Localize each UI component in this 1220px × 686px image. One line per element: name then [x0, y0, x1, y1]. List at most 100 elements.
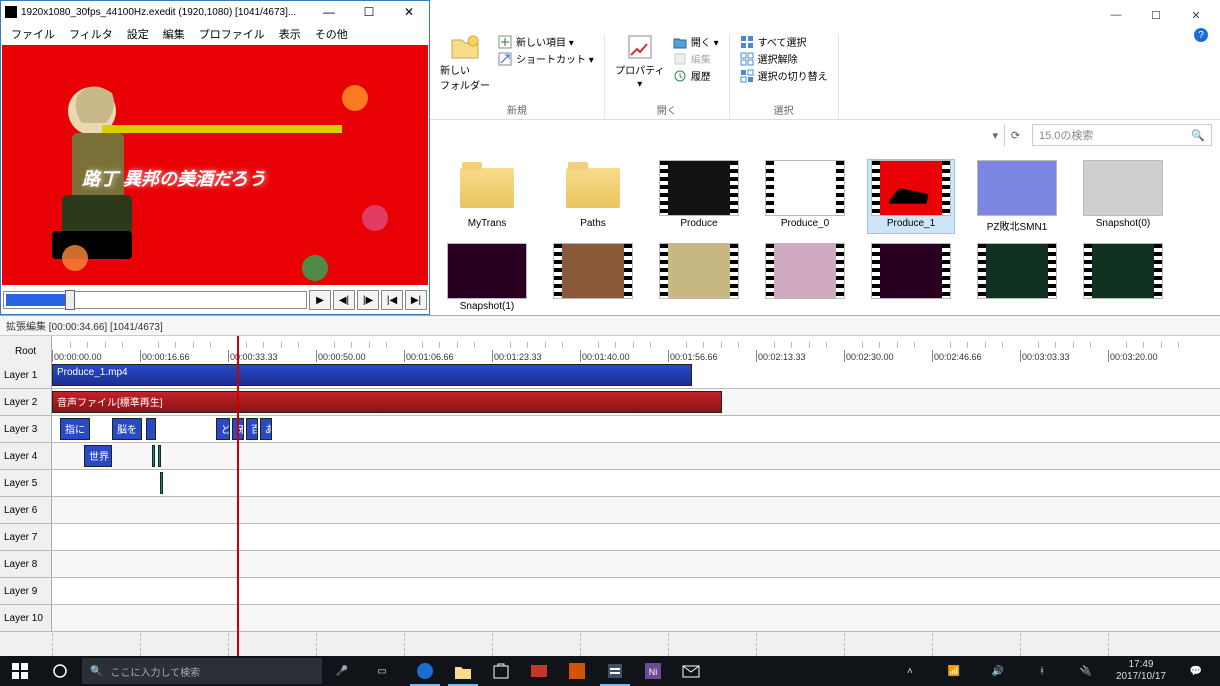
track[interactable]: 世界	[52, 443, 1220, 469]
properties-button[interactable]: プロパティ▾	[615, 34, 665, 90]
layer-label[interactable]: Layer 4	[0, 443, 52, 469]
go-start-button[interactable]: |◀	[381, 290, 403, 310]
file-item[interactable]	[550, 243, 636, 312]
clip[interactable]: 確	[232, 418, 244, 440]
file-item[interactable]	[656, 243, 742, 312]
clip[interactable]	[158, 445, 161, 467]
select-none-button[interactable]: 選択解除	[740, 51, 828, 66]
app-purple[interactable]: Ni	[634, 656, 672, 686]
play-button[interactable]: ▶	[309, 290, 331, 310]
layer-label[interactable]: Layer 5	[0, 470, 52, 496]
explorer-maximize-button[interactable]: ☐	[1136, 4, 1176, 26]
nav-dropdown[interactable]: ▾	[992, 129, 998, 142]
edit-button[interactable]: 編集	[673, 51, 719, 66]
mic-button[interactable]: 🎤	[322, 656, 362, 686]
layer-label[interactable]: Layer 9	[0, 578, 52, 604]
app-edge[interactable]	[406, 656, 444, 686]
app-aviutl[interactable]	[596, 656, 634, 686]
power-icon[interactable]: 🔌	[1066, 656, 1106, 686]
clip[interactable]: 世界	[84, 445, 112, 467]
clip[interactable]: 百	[246, 418, 258, 440]
clip[interactable]: あ	[260, 418, 272, 440]
file-item[interactable]: Paths	[550, 160, 636, 233]
cortana-button[interactable]	[40, 656, 80, 686]
open-button[interactable]: 開く ▾	[673, 34, 719, 49]
track[interactable]	[52, 578, 1220, 604]
menu-item[interactable]: プロファイル	[193, 24, 271, 44]
clip[interactable]: ど	[216, 418, 230, 440]
maximize-button[interactable]: ☐	[349, 1, 389, 23]
app-explorer[interactable]	[444, 656, 482, 686]
tray-up-icon[interactable]: ˄	[890, 656, 930, 686]
file-item[interactable]	[1080, 243, 1166, 312]
track[interactable]	[52, 524, 1220, 550]
file-item[interactable]: Produce_1	[868, 160, 954, 233]
explorer-minimize-button[interactable]: —	[1096, 4, 1136, 26]
file-item[interactable]: Produce	[656, 160, 742, 233]
layer-label[interactable]: Layer 7	[0, 524, 52, 550]
close-button[interactable]: ✕	[389, 1, 429, 23]
clip[interactable]	[146, 418, 156, 440]
layer-label[interactable]: Layer 1	[0, 362, 52, 388]
menu-item[interactable]: 表示	[273, 24, 307, 44]
new-folder-button[interactable]: 新しい フォルダー	[440, 34, 490, 92]
layer-label[interactable]: Layer 3	[0, 416, 52, 442]
network-icon[interactable]: 📶	[934, 656, 974, 686]
clip[interactable]	[152, 445, 155, 467]
clock[interactable]: 17:49 2017/10/17	[1110, 659, 1172, 683]
start-button[interactable]	[0, 656, 40, 686]
preview-area[interactable]: 路丁 異邦の美酒だろう	[2, 45, 428, 285]
track[interactable]: 指に脳をど確百あ	[52, 416, 1220, 442]
file-item[interactable]: MyTrans	[444, 160, 530, 233]
file-item[interactable]: Snapshot(0)	[1080, 160, 1166, 233]
task-view-button[interactable]: ▭	[362, 656, 402, 686]
menu-item[interactable]: ファイル	[5, 24, 61, 44]
clip[interactable]: 指に	[60, 418, 90, 440]
title-bar[interactable]: 1920x1080_30fps_44100Hz.exedit (1920,108…	[1, 1, 429, 23]
clip[interactable]: Produce_1.mp4	[52, 364, 692, 386]
track[interactable]	[52, 551, 1220, 577]
menu-item[interactable]: フィルタ	[63, 24, 119, 44]
menu-item[interactable]: 設定	[121, 24, 155, 44]
file-item[interactable]: Snapshot(1)	[444, 243, 530, 312]
help-icon[interactable]: ?	[1194, 28, 1208, 42]
taskbar-search[interactable]: 🔍 ここに入力して検索	[82, 658, 322, 684]
track[interactable]	[52, 497, 1220, 523]
shortcut-button[interactable]: ショートカット ▾	[498, 51, 594, 66]
layer-label[interactable]: Layer 8	[0, 551, 52, 577]
volume-icon[interactable]: 🔊	[978, 656, 1018, 686]
menu-item[interactable]: 編集	[157, 24, 191, 44]
track[interactable]	[52, 605, 1220, 631]
file-item[interactable]: Produce_0	[762, 160, 848, 233]
layer-label[interactable]: Layer 6	[0, 497, 52, 523]
select-invert-button[interactable]: 選択の切り替え	[740, 68, 828, 83]
next-frame-button[interactable]: |▶	[357, 290, 379, 310]
menu-item[interactable]: その他	[309, 24, 354, 44]
file-item[interactable]	[974, 243, 1060, 312]
refresh-button[interactable]: ⟳	[1004, 124, 1026, 146]
prev-frame-button[interactable]: ◀|	[333, 290, 355, 310]
new-item-button[interactable]: 新しい項目 ▾	[498, 34, 594, 49]
seek-bar[interactable]	[3, 291, 307, 309]
track[interactable]: 音声ファイル[標準再生]	[52, 389, 1220, 415]
minimize-button[interactable]: —	[309, 1, 349, 23]
file-item[interactable]: PZ敗北SMN1	[974, 160, 1060, 233]
clip[interactable]: 音声ファイル[標準再生]	[52, 391, 722, 413]
file-item[interactable]	[868, 243, 954, 312]
track[interactable]: Produce_1.mp4	[52, 362, 1220, 388]
app-mail[interactable]	[672, 656, 710, 686]
layer-label[interactable]: Layer 2	[0, 389, 52, 415]
notifications-button[interactable]: 💬	[1176, 656, 1216, 686]
file-item[interactable]	[762, 243, 848, 312]
app-orange[interactable]	[558, 656, 596, 686]
bluetooth-icon[interactable]: ᚼ	[1022, 656, 1062, 686]
explorer-close-button[interactable]: ✕	[1176, 4, 1216, 26]
app-store[interactable]	[482, 656, 520, 686]
layer-label[interactable]: Layer 10	[0, 605, 52, 631]
track[interactable]	[52, 470, 1220, 496]
clip[interactable]	[160, 472, 163, 494]
select-all-button[interactable]: すべて選択	[740, 34, 828, 49]
go-end-button[interactable]: ▶|	[405, 290, 427, 310]
app-red[interactable]	[520, 656, 558, 686]
history-button[interactable]: 履歴	[673, 68, 719, 83]
